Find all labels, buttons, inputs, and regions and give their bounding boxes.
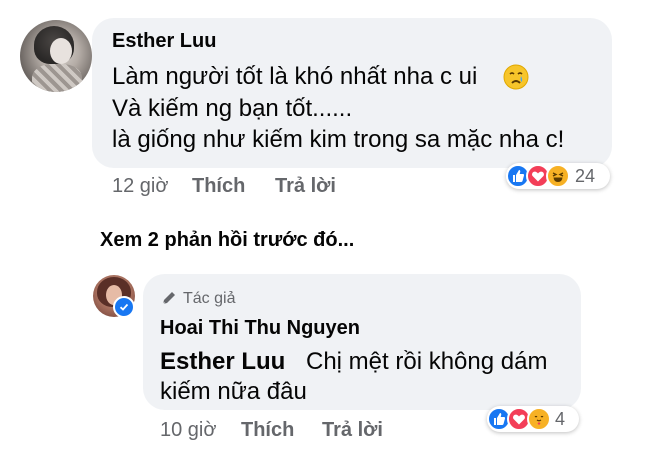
reply-button[interactable]: Trả lời [275, 175, 336, 198]
reply-author-name[interactable]: Hoai Thi Thu Nguyen [160, 317, 360, 340]
care-icon [527, 407, 551, 431]
see-previous-replies-link[interactable]: Xem 2 phản hồi trước đó... [100, 229, 354, 252]
comment-line-3: là giống như kiếm kim trong sa mặc nha c… [112, 126, 565, 153]
reply-line-1: Chị mệt rồi không dám [306, 348, 548, 375]
reply-reply-button[interactable]: Trả lời [322, 419, 383, 442]
reaction-count: 24 [575, 166, 596, 186]
verified-badge-icon [113, 296, 135, 318]
reply-timestamp[interactable]: 10 giờ [160, 419, 216, 442]
pen-icon [160, 289, 178, 307]
reply-line-2: kiếm nữa đâu [160, 378, 307, 405]
comment-line-1: Làm người tốt là khó nhất nha c ui [112, 63, 478, 90]
reply-reaction-summary[interactable]: 4 [487, 406, 579, 432]
reply-reaction-count: 4 [555, 409, 566, 429]
comment-timestamp[interactable]: 12 giờ [112, 175, 168, 198]
like-button[interactable]: Thích [192, 175, 245, 198]
author-badge-label: Tác giả [183, 290, 236, 307]
comment-line-2: Và kiếm ng bạn tốt...... [112, 95, 353, 122]
reply-like-button[interactable]: Thích [241, 419, 294, 442]
avatar-figure [32, 64, 82, 92]
comment-author-name[interactable]: Esther Luu [112, 30, 216, 53]
avatar-face [50, 38, 72, 64]
reply-mention[interactable]: Esther Luu [160, 346, 285, 378]
reaction-summary[interactable]: 24 [506, 163, 610, 189]
haha-icon [546, 164, 570, 188]
crying-face-icon [503, 64, 529, 90]
commenter-avatar[interactable] [20, 20, 92, 92]
